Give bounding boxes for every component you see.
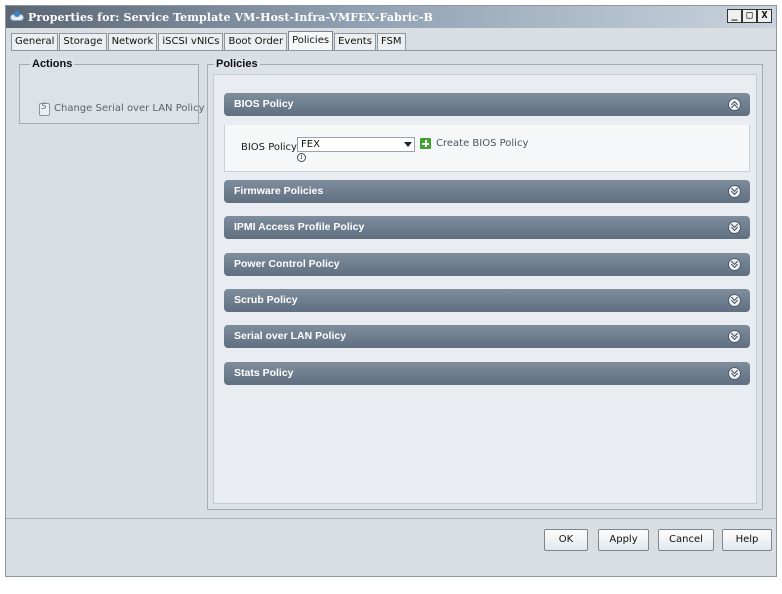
ok-button[interactable]: OK — [544, 529, 588, 551]
section-power-control-policy[interactable]: Power Control Policy — [224, 253, 750, 276]
section-label: Serial over LAN Policy — [234, 330, 347, 342]
section-scrub-policy[interactable]: Scrub Policy — [224, 289, 750, 312]
policies-content: BIOS Policy BIOS Policy: FEX i Create BI… — [213, 74, 757, 504]
bios-policy-select[interactable]: FEX — [297, 137, 415, 152]
help-button[interactable]: Help — [722, 529, 772, 551]
action-change-serial-over-lan-policy[interactable]: Change Serial over LAN Policy — [38, 102, 205, 116]
section-stats-policy[interactable]: Stats Policy — [224, 362, 750, 385]
button-bar-divider — [6, 518, 776, 519]
chevron-down-icon[interactable] — [728, 221, 741, 234]
section-firmware-policies[interactable]: Firmware Policies — [224, 180, 750, 203]
bios-policy-body: BIOS Policy: FEX i Create BIOS Policy — [224, 125, 750, 172]
section-label: Stats Policy — [234, 367, 294, 379]
tab-iscsi-vnics[interactable]: iSCSI vNICs — [158, 33, 224, 50]
action-label: Change Serial over LAN Policy — [54, 103, 205, 114]
tab-network[interactable]: Network — [107, 33, 158, 50]
actions-title: Actions — [30, 58, 75, 70]
maximize-button[interactable]: □ — [742, 9, 757, 23]
tab-fsm[interactable]: FSM — [376, 33, 406, 50]
policies-title: Policies — [214, 58, 260, 70]
tab-divider — [11, 50, 776, 51]
chevron-down-icon[interactable] — [728, 185, 741, 198]
cancel-button[interactable]: Cancel — [658, 529, 714, 551]
tab-events[interactable]: Events — [334, 33, 376, 50]
minimize-button[interactable]: _ — [727, 9, 742, 23]
policies-panel: Policies BIOS Policy BIOS Policy: FEX i … — [207, 58, 763, 510]
properties-dialog: Properties for: Service Template VM-Host… — [5, 5, 777, 577]
section-ipmi-access-profile-policy[interactable]: IPMI Access Profile Policy — [224, 216, 750, 239]
close-button[interactable]: X — [757, 9, 772, 23]
chevron-down-icon[interactable] — [728, 258, 741, 271]
serial-policy-icon — [38, 102, 50, 116]
cloud-app-icon — [9, 10, 25, 24]
create-bios-policy-label: Create BIOS Policy — [436, 138, 529, 149]
section-label: Firmware Policies — [234, 185, 324, 197]
apply-button[interactable]: Apply — [598, 529, 649, 551]
tab-strip: General Storage Network iSCSI vNICs Boot… — [11, 31, 407, 50]
title-bar[interactable]: Properties for: Service Template VM-Host… — [6, 6, 776, 28]
section-label: BIOS Policy — [234, 98, 294, 110]
window-controls: _ □ X — [727, 9, 772, 23]
section-label: IPMI Access Profile Policy — [234, 221, 365, 233]
dropdown-arrow-icon[interactable] — [404, 142, 412, 147]
section-serial-over-lan-policy[interactable]: Serial over LAN Policy — [224, 325, 750, 348]
section-bios-policy[interactable]: BIOS Policy — [224, 93, 750, 116]
tab-boot-order[interactable]: Boot Order — [224, 33, 288, 50]
bios-policy-value: FEX — [301, 139, 320, 150]
chevron-up-icon[interactable] — [728, 98, 741, 111]
info-icon[interactable]: i — [297, 153, 306, 162]
chevron-down-icon[interactable] — [728, 330, 741, 343]
chevron-down-icon[interactable] — [728, 367, 741, 380]
window-title: Properties for: Service Template VM-Host… — [28, 10, 433, 24]
section-label: Scrub Policy — [234, 294, 298, 306]
section-label: Power Control Policy — [234, 258, 340, 270]
tab-general[interactable]: General — [11, 33, 59, 50]
tab-storage[interactable]: Storage — [59, 33, 107, 50]
create-bios-policy-link[interactable]: Create BIOS Policy — [420, 138, 528, 149]
tab-policies[interactable]: Policies — [288, 31, 334, 50]
bios-policy-label: BIOS Policy: — [241, 142, 300, 153]
plus-icon — [420, 138, 431, 149]
actions-panel: Actions Change Serial over LAN Policy — [19, 58, 204, 124]
chevron-down-icon[interactable] — [728, 294, 741, 307]
